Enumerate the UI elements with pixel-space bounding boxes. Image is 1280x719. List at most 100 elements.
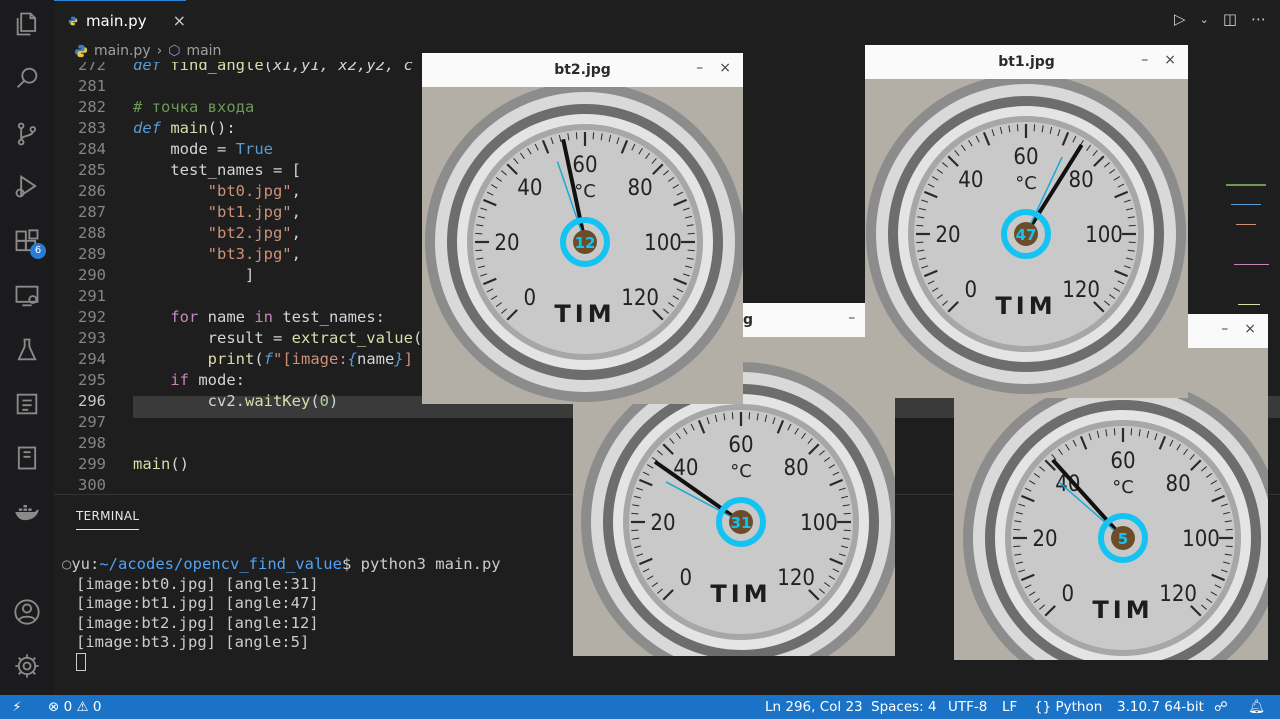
- gauge-tick-label: 80: [784, 456, 809, 481]
- split-editor-icon[interactable]: ◫: [1223, 10, 1237, 28]
- close-button[interactable]: ×: [1164, 52, 1176, 68]
- line-number: 286: [78, 182, 106, 200]
- window-controls: –×: [696, 60, 731, 76]
- code-text: "bt2.jpg",: [207, 224, 301, 242]
- tab-close-icon[interactable]: ×: [173, 11, 186, 30]
- line-number: 294: [78, 350, 106, 368]
- gauge-tick-label: 0: [524, 286, 537, 311]
- line-number: 281: [78, 77, 106, 95]
- gauge-image: 0 20 40 60 80 100 120 °C TIM 12: [422, 87, 743, 404]
- prompt-command: $ python3 main.py: [341, 555, 501, 573]
- notebook-icon[interactable]: [0, 438, 54, 478]
- code-text: "bt3.jpg",: [207, 245, 301, 263]
- prompt-user: yu:: [71, 555, 100, 573]
- gauge-tick-label: 120: [1062, 278, 1100, 303]
- code-text: "bt1.jpg",: [207, 203, 301, 221]
- gauge-tick-label: 80: [628, 176, 653, 201]
- gauge-tick-label: 60: [1013, 145, 1038, 170]
- account-icon[interactable]: [0, 592, 54, 632]
- indentation[interactable]: Spaces: 4: [871, 699, 937, 715]
- source-control-icon[interactable]: [0, 114, 54, 154]
- line-number: 287: [78, 203, 106, 221]
- line-number: 285: [78, 161, 106, 179]
- editor-tab-bar: main.py × ▷ ⌄ ◫ ⋯: [54, 0, 1280, 40]
- terminal-output[interactable]: ○yu:~/acodes/opencv_find_value$ python3 …: [62, 555, 501, 673]
- minimize-button[interactable]: –: [1221, 321, 1228, 337]
- gauge-tick-label: 100: [1182, 527, 1220, 552]
- line-number: 299: [78, 455, 106, 473]
- python-interpreter[interactable]: 3.10.7 64-bit: [1117, 699, 1204, 715]
- gauge-tick-label: 20: [1032, 527, 1057, 552]
- window-title: bt2.jpg: [554, 62, 611, 78]
- cube-icon: ⬡: [168, 43, 181, 59]
- image-window-bt1[interactable]: bt1.jpg – × 0 20 40 60 80 100 120 °C TIM 47: [865, 45, 1188, 398]
- more-actions-icon[interactable]: ⋯: [1251, 10, 1266, 28]
- error-icon: ⊗: [48, 699, 60, 715]
- gauge-tick-label: 60: [1110, 449, 1135, 474]
- chevron-down-icon[interactable]: ⌄: [1200, 13, 1209, 26]
- gauge-tick-label: 60: [572, 153, 597, 178]
- editor-actions: ▷ ⌄ ◫ ⋯: [1174, 10, 1266, 28]
- line-number: 291: [78, 287, 106, 305]
- gauge-unit: °C: [1015, 173, 1037, 194]
- minimize-button[interactable]: –: [1141, 52, 1148, 68]
- detected-value: 31: [731, 514, 752, 532]
- breadcrumb-symbol[interactable]: main: [186, 43, 221, 59]
- line-number: 272: [78, 62, 106, 74]
- gauge-tick-label: 40: [958, 168, 983, 193]
- gauge-image: 0 20 40 60 80 100 120 °C TIM 47: [865, 79, 1188, 398]
- search-icon[interactable]: [0, 58, 54, 98]
- gauge-tick-label: 0: [680, 566, 693, 591]
- line-number: 296: [78, 392, 106, 410]
- breadcrumb-file[interactable]: main.py: [94, 43, 151, 59]
- problems-indicator[interactable]: ⊗ 0 ⚠ 0: [48, 699, 102, 715]
- cursor-position[interactable]: Ln 296, Col 23: [765, 699, 863, 715]
- line-number: 283: [78, 119, 106, 137]
- remote-explorer-icon[interactable]: [0, 276, 54, 316]
- git-graph-icon[interactable]: [0, 384, 54, 424]
- terminal-cursor-line: [62, 653, 501, 673]
- gauge-tick-label: 0: [965, 278, 978, 303]
- feedback-icon[interactable]: ☍: [1214, 699, 1228, 715]
- end-of-line[interactable]: LF: [1002, 699, 1017, 715]
- prompt-path: ~/acodes/opencv_find_value: [99, 555, 342, 573]
- minimize-button[interactable]: –: [696, 60, 703, 76]
- prompt-status-dot: ○: [62, 555, 72, 573]
- extensions-icon[interactable]: 6: [0, 222, 54, 262]
- detected-value: 12: [575, 234, 596, 252]
- window-controls: –×: [1221, 321, 1256, 337]
- minimize-button[interactable]: –: [848, 310, 855, 326]
- gauge-tick-label: 80: [1069, 168, 1094, 193]
- image-window-bt2[interactable]: bt2.jpg – × 0 20 40 60 80 100 120 °C TIM 12: [422, 53, 743, 404]
- close-button[interactable]: ×: [1244, 321, 1256, 337]
- language-mode[interactable]: {} Python: [1034, 699, 1102, 715]
- code-text: if mode:: [170, 371, 245, 389]
- encoding[interactable]: UTF-8: [948, 699, 987, 715]
- window-title: bt1.jpg: [998, 54, 1055, 70]
- terminal-output-line: [image:bt1.jpg] [angle:47]: [76, 594, 319, 613]
- code-text: ]: [133, 266, 255, 284]
- testing-icon[interactable]: [0, 330, 54, 370]
- settings-gear-icon[interactable]: [0, 646, 54, 686]
- docker-icon[interactable]: [0, 492, 54, 532]
- run-icon[interactable]: ▷: [1174, 10, 1186, 28]
- python-file-icon: [68, 16, 78, 25]
- gauge-tick-label: 120: [777, 566, 815, 591]
- tab-main-py[interactable]: main.py ×: [54, 0, 186, 40]
- gauge-tick-label: 80: [1166, 472, 1191, 497]
- gauge-unit: °C: [730, 461, 752, 482]
- gauge-tick-label: 100: [800, 511, 838, 536]
- gauge-unit: °C: [1112, 477, 1134, 498]
- notifications-bell-icon[interactable]: 🔔︎: [1248, 699, 1265, 715]
- code-text: def main():: [133, 119, 236, 137]
- close-button[interactable]: ×: [719, 60, 731, 76]
- tab-terminal[interactable]: TERMINAL: [76, 509, 140, 530]
- files-icon[interactable]: [0, 4, 54, 44]
- line-number: 282: [78, 98, 106, 116]
- remote-indicator[interactable]: ⚡: [0, 695, 34, 719]
- terminal-prompt-line: ○yu:~/acodes/opencv_find_value$ python3 …: [62, 555, 501, 575]
- window-controls: –×: [1141, 52, 1176, 68]
- run-debug-icon[interactable]: [0, 166, 54, 206]
- extensions-badge: 6: [30, 243, 46, 259]
- code-text: mode = True: [133, 140, 273, 158]
